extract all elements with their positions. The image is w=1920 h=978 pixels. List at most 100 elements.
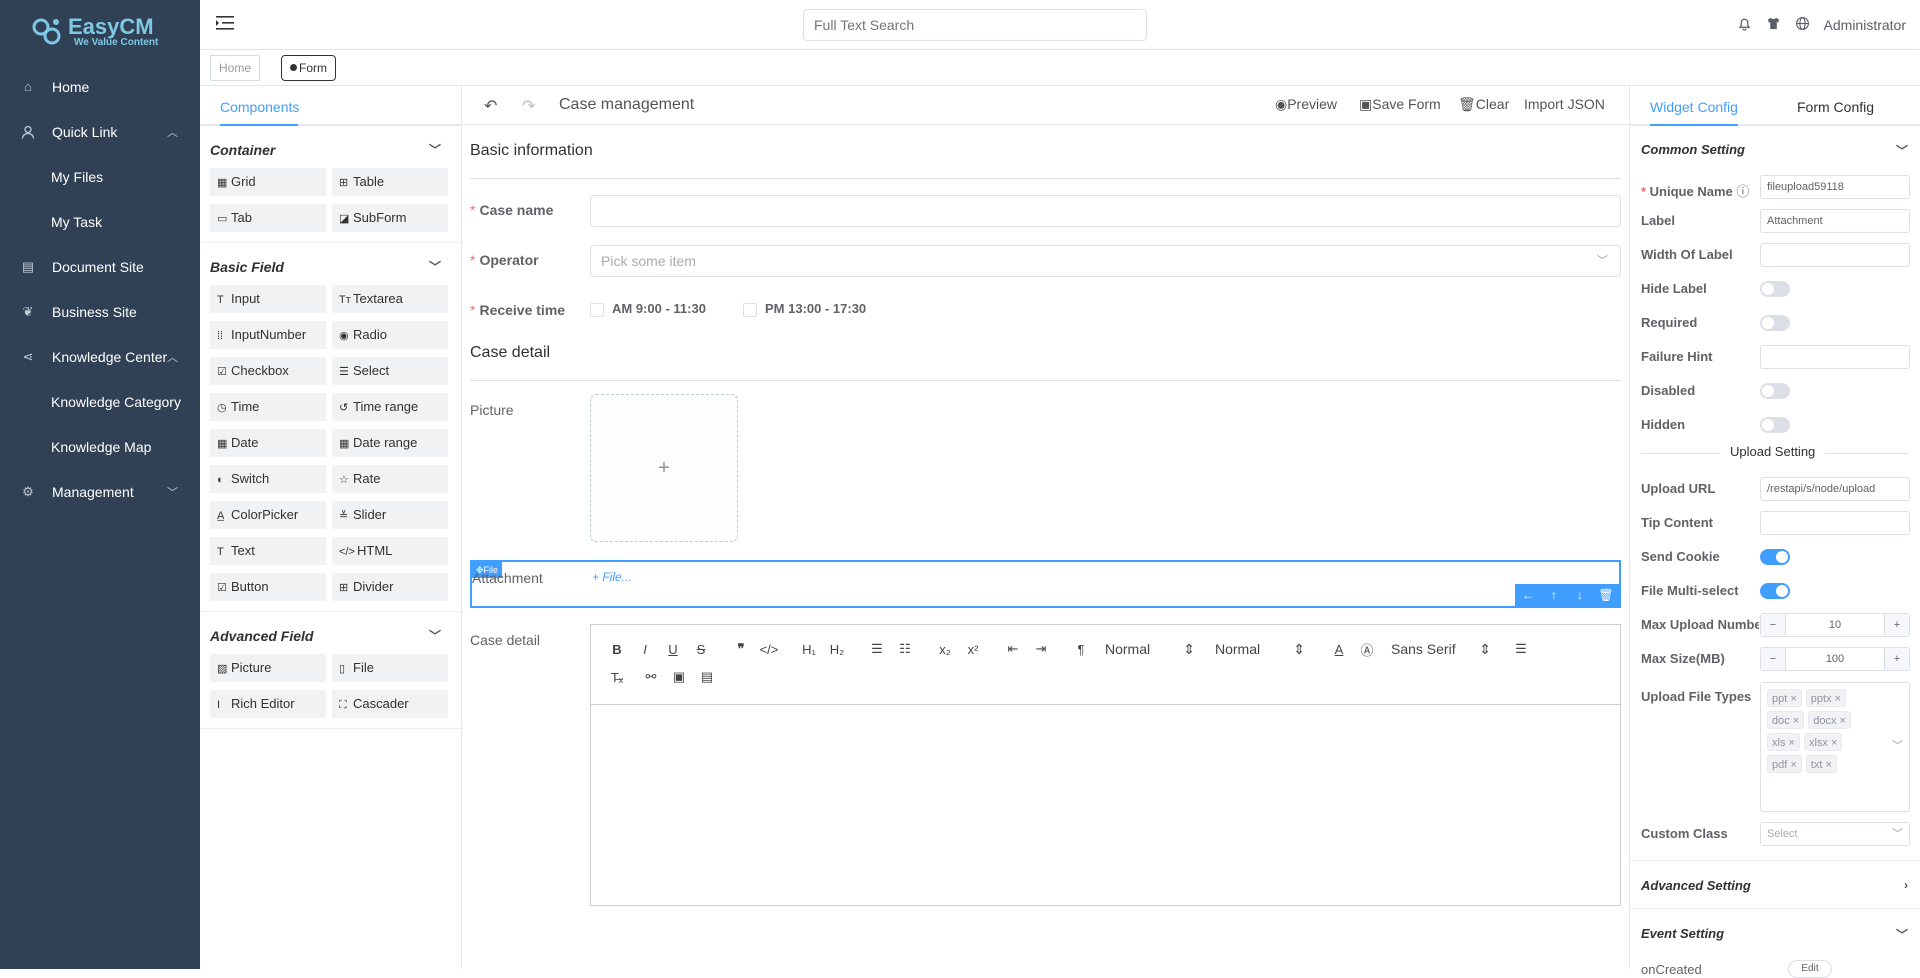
unique-name-input[interactable]: fileupload59118 (1760, 175, 1910, 199)
component-switch[interactable]: ◐Switch (210, 465, 326, 493)
component-button[interactable]: ☑Button (210, 573, 326, 601)
case-name-input[interactable] (590, 195, 1621, 227)
event-setting-header[interactable]: Event Setting﹀ (1641, 926, 1908, 941)
rich-text-editor[interactable]: B I U S ❞ </> H₁ H₂ ☰ ☷ x₂ x² ⇤ ⇥ ¶ Norm… (590, 624, 1621, 906)
edit-event-button[interactable]: Edit (1788, 960, 1832, 978)
font-color-icon[interactable]: A (1325, 642, 1353, 657)
component-grid[interactable]: ▦Grid (210, 168, 326, 196)
receive-option-am[interactable]: AM 9:00 - 11:30 (590, 301, 706, 317)
image-icon[interactable]: ▣ (665, 669, 693, 685)
background-color-icon[interactable]: Ⓐ (1353, 640, 1381, 659)
tag-form[interactable]: Form (281, 55, 336, 81)
undo-icon[interactable]: ↶ (484, 96, 497, 116)
component-slider[interactable]: ≚Slider (332, 501, 448, 529)
collapse-menu-icon[interactable] (216, 14, 236, 32)
sidebar-item-my-files[interactable]: My Files (0, 154, 200, 199)
component-file[interactable]: ▯File (332, 654, 448, 682)
rtl-icon[interactable]: ¶ (1067, 642, 1095, 657)
header-select[interactable]: Normal⇕ (1105, 641, 1205, 658)
globe-icon[interactable] (1795, 16, 1810, 34)
superscript-icon[interactable]: x² (959, 642, 987, 657)
select-parent-icon[interactable]: ← (1515, 584, 1541, 606)
component-divider[interactable]: ⊞Divider (332, 573, 448, 601)
component-picture[interactable]: ▨Picture (210, 654, 326, 682)
component-table[interactable]: ⊞Table (332, 168, 448, 196)
tab-components[interactable]: Components (220, 86, 299, 126)
component-colorpicker[interactable]: A̲ColorPicker (210, 501, 326, 529)
increment-button[interactable]: + (1885, 648, 1909, 670)
search-input[interactable] (803, 9, 1147, 41)
component-html[interactable]: </>HTML (332, 537, 448, 565)
failure-hint-input[interactable] (1760, 345, 1910, 369)
receive-option-pm[interactable]: PM 13:00 - 17:30 (743, 301, 866, 317)
common-setting-header[interactable]: Common Setting﹀ (1641, 142, 1908, 157)
decrement-button[interactable]: − (1761, 614, 1785, 636)
component-input[interactable]: TInput (210, 285, 326, 313)
component-time-range[interactable]: ↺Time range (332, 393, 448, 421)
tab-widget-config[interactable]: Widget Config (1650, 86, 1738, 126)
sidebar-item-document-site[interactable]: ▤ Document Site (0, 244, 200, 289)
increment-button[interactable]: + (1885, 614, 1909, 636)
sidebar-item-home[interactable]: ⌂ Home (0, 64, 200, 109)
upload-url-input[interactable]: /restapi/s/node/upload (1760, 477, 1910, 501)
tip-content-input[interactable] (1760, 511, 1910, 535)
component-cascader[interactable]: ⛶Cascader (332, 690, 448, 718)
h1-icon[interactable]: H₁ (795, 642, 823, 657)
shirt-icon[interactable] (1766, 16, 1781, 34)
move-up-icon[interactable]: ↑ (1541, 584, 1567, 606)
max-upload-number-stepper[interactable]: − 10 + (1760, 613, 1910, 637)
import-json-button[interactable]: Import JSON (1524, 96, 1605, 112)
decrement-button[interactable]: − (1761, 648, 1785, 670)
indent-icon[interactable]: ⇥ (1027, 641, 1055, 657)
component-rich-editor[interactable]: IRich Editor (210, 690, 326, 718)
component-text[interactable]: TText (210, 537, 326, 565)
container-header[interactable]: Container ﹀ (200, 132, 461, 168)
hidden-toggle[interactable] (1760, 417, 1790, 433)
size-select[interactable]: Normal⇕ (1215, 641, 1315, 658)
component-time[interactable]: ◷Time (210, 393, 326, 421)
move-down-icon[interactable]: ↓ (1567, 584, 1593, 606)
picture-upload[interactable]: + (590, 394, 738, 542)
sidebar-item-my-task[interactable]: My Task (0, 199, 200, 244)
tag-home[interactable]: Home (210, 55, 260, 81)
checkbox[interactable] (590, 303, 604, 317)
checkbox[interactable] (743, 303, 757, 317)
delete-icon[interactable]: 🗑 (1593, 584, 1619, 606)
sidebar-item-knowledge-map[interactable]: Knowledge Map (0, 424, 200, 469)
sidebar-item-knowledge-category[interactable]: Knowledge Category (0, 379, 200, 424)
logo[interactable]: EasyCM We Value Content (0, 0, 200, 64)
operator-select[interactable]: Pick some item ﹀ (590, 245, 1621, 277)
user-menu[interactable]: Administrator (1824, 17, 1906, 33)
component-textarea[interactable]: TтTextarea (332, 285, 448, 313)
send-cookie-toggle[interactable] (1760, 549, 1790, 565)
required-toggle[interactable] (1760, 315, 1790, 331)
advanced-setting-header[interactable]: Advanced Setting› (1641, 878, 1908, 893)
file-types-select[interactable]: ppt ×pptx × doc ×docx × xls ×xlsx × pdf … (1760, 682, 1910, 812)
sidebar-item-management[interactable]: ⚙ Management ﹀ (0, 469, 200, 514)
blockquote-icon[interactable]: ❞ (727, 641, 755, 657)
italic-icon[interactable]: I (631, 642, 659, 657)
multi-select-toggle[interactable] (1760, 583, 1790, 599)
disabled-toggle[interactable] (1760, 383, 1790, 399)
outdent-icon[interactable]: ⇤ (999, 641, 1027, 657)
component-checkbox[interactable]: ☑Checkbox (210, 357, 326, 385)
component-select[interactable]: ☰Select (332, 357, 448, 385)
underline-icon[interactable]: U (659, 642, 687, 657)
component-date[interactable]: ▦Date (210, 429, 326, 457)
component-subform[interactable]: ◪SubForm (332, 204, 448, 232)
tab-form-config[interactable]: Form Config (1797, 86, 1874, 126)
video-icon[interactable]: ▤ (693, 669, 721, 685)
hide-label-toggle[interactable] (1760, 281, 1790, 297)
advanced-field-header[interactable]: Advanced Field ﹀ (200, 618, 461, 654)
clear-format-icon[interactable]: T̶ₓ (603, 670, 631, 685)
basic-field-header[interactable]: Basic Field ﹀ (200, 249, 461, 285)
link-icon[interactable]: ⚯ (637, 669, 665, 685)
component-rate[interactable]: ☆Rate (332, 465, 448, 493)
clear-button[interactable]: 🗑Clear (1458, 96, 1509, 113)
sidebar-item-knowledge-center[interactable]: ⋖ Knowledge Center ︿ (0, 334, 200, 379)
component-radio[interactable]: ◉Radio (332, 321, 448, 349)
sidebar-item-quick-link[interactable]: Quick Link ︿ (0, 109, 200, 154)
component-inputnumber[interactable]: ⁞⁞InputNumber (210, 321, 326, 349)
component-tab[interactable]: ▭Tab (210, 204, 326, 232)
bullet-list-icon[interactable]: ☷ (891, 641, 919, 657)
